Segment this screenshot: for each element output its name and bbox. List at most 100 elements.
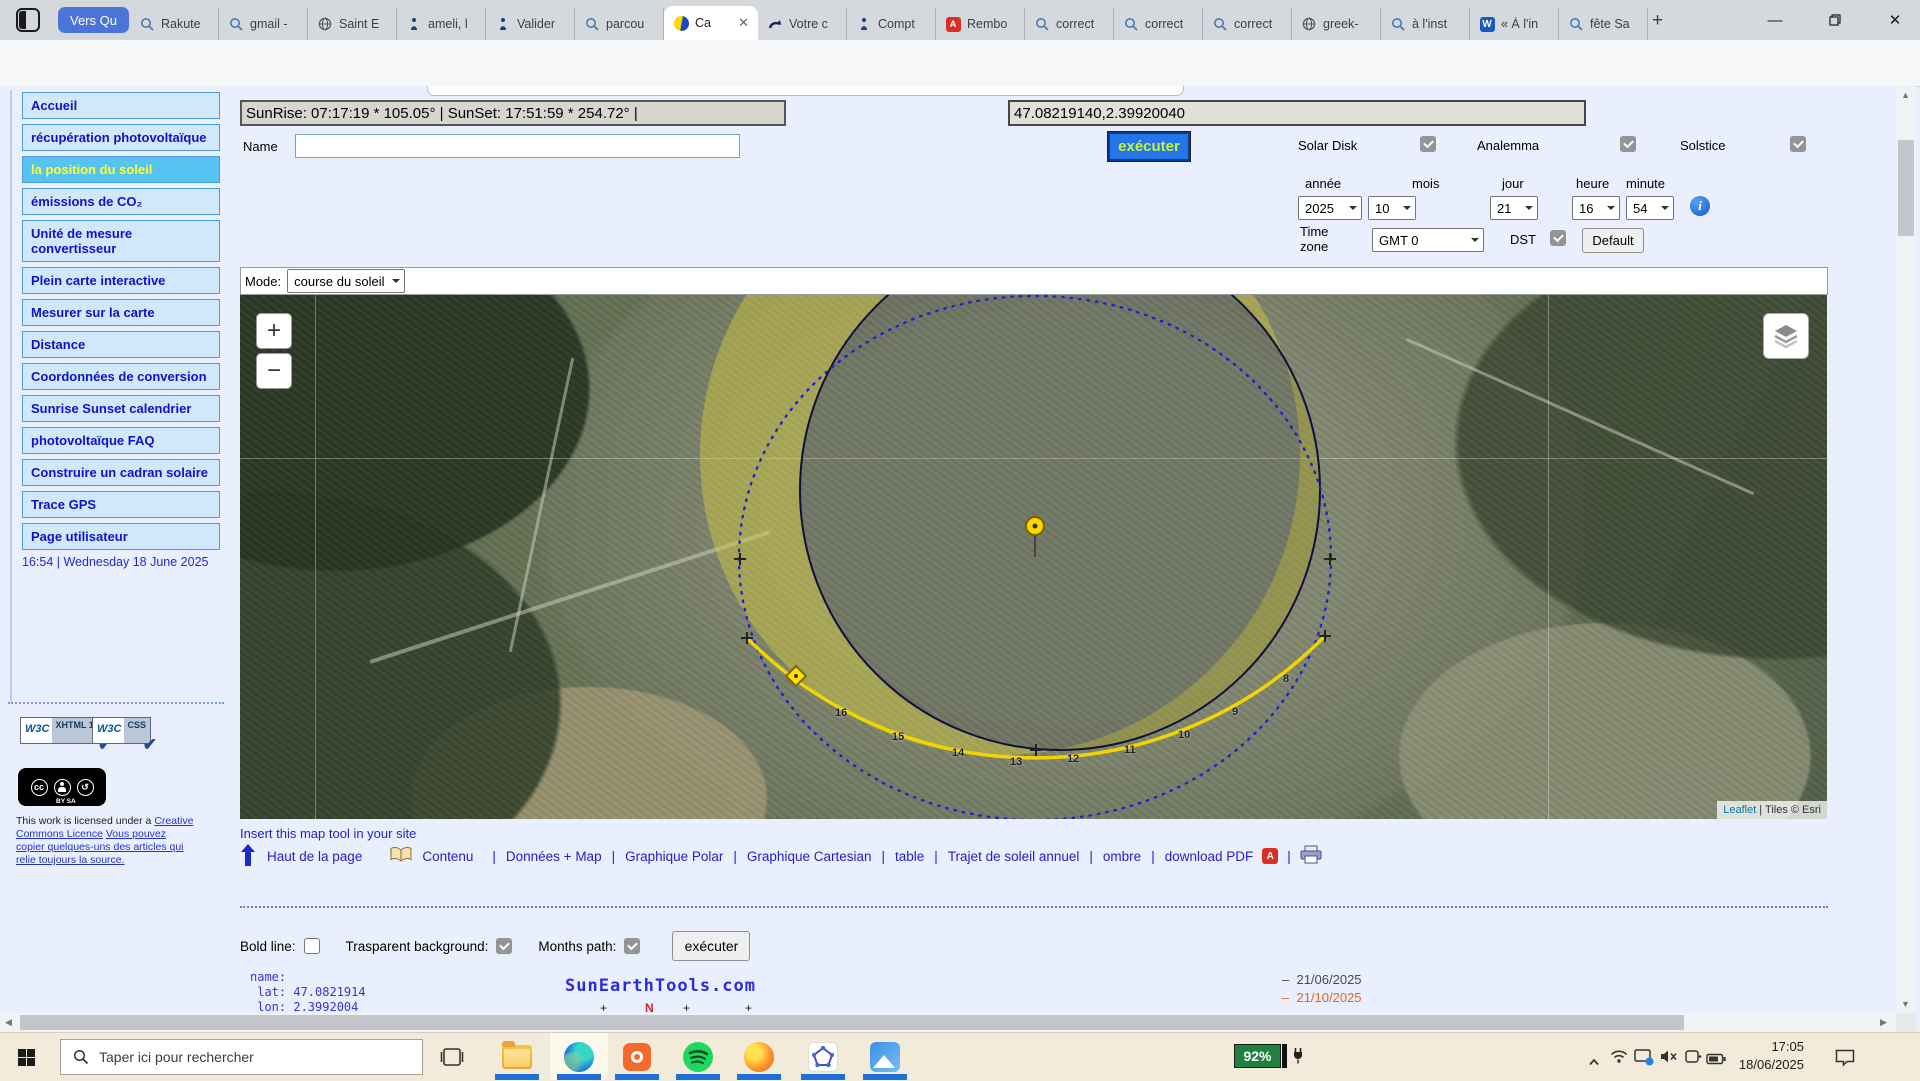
tab-correct-2[interactable]: correct: [1114, 8, 1203, 40]
start-button[interactable]: [18, 1049, 35, 1066]
sidebar-item-carte-interactive[interactable]: Plein carte interactive: [22, 267, 220, 294]
tab-valider[interactable]: Valider: [486, 8, 575, 40]
tab-rembo[interactable]: ARembo: [936, 8, 1025, 40]
sidebar-item-mesurer-carte[interactable]: Mesurer sur la carte: [22, 299, 220, 326]
tab-parcou[interactable]: parcou: [575, 8, 664, 40]
leaflet-link[interactable]: Leaflet: [1723, 804, 1756, 816]
tab-correct-3[interactable]: correct: [1203, 8, 1292, 40]
tab-gmail[interactable]: gmail -: [219, 8, 308, 40]
tab-correct-1[interactable]: correct: [1025, 8, 1114, 40]
scroll-right-arrow[interactable]: ▶: [1880, 1017, 1887, 1028]
link-graphique-polar[interactable]: Graphique Polar: [625, 849, 723, 864]
tab-compt[interactable]: Compt: [847, 8, 936, 40]
mode-select[interactable]: course du soleil: [287, 269, 405, 293]
link-graphique-cartesian[interactable]: Graphique Cartesian: [747, 849, 872, 864]
sidebar-item-page-utilisateur[interactable]: Page utilisateur: [22, 523, 220, 550]
solstice-checkbox[interactable]: [1790, 136, 1806, 152]
execute-button[interactable]: exécuter: [1108, 132, 1190, 161]
tab-ameli[interactable]: ameli, l: [397, 8, 486, 40]
leaflet-map[interactable]: 16 15 14 13 12 11 10 9 8 + − Leaflet | T…: [240, 295, 1827, 819]
scroll-up-arrow[interactable]: ▲: [1901, 90, 1910, 100]
volume-muted-icon[interactable]: [1660, 1049, 1677, 1069]
taskbar-edge[interactable]: [550, 1033, 608, 1080]
tab-rakute[interactable]: Rakute: [130, 8, 219, 40]
analemma-checkbox[interactable]: [1620, 136, 1636, 152]
taskbar-search-box[interactable]: Taper ici pour rechercher: [60, 1039, 423, 1075]
sidebar-item-coordonnees[interactable]: Coordonnées de conversion: [22, 363, 220, 390]
timezone-select[interactable]: GMT 0: [1372, 228, 1484, 252]
map-layers-button[interactable]: [1763, 313, 1809, 359]
map-zoom-out-button[interactable]: −: [256, 353, 292, 389]
sidebar-item-sunrise-sunset[interactable]: Sunrise Sunset calendrier: [22, 395, 220, 422]
tab-votre-c[interactable]: Votre c: [758, 8, 847, 40]
link-haut-de-page[interactable]: Haut de la page: [267, 849, 362, 864]
tray-chevron-icon[interactable]: [1588, 1053, 1600, 1071]
taskbar-app-orange[interactable]: [608, 1033, 666, 1080]
link-download-pdf[interactable]: download PDF: [1165, 849, 1254, 864]
taskbar-file-explorer[interactable]: [488, 1033, 546, 1080]
close-window-button[interactable]: ✕: [1872, 0, 1918, 40]
map-zoom-in-button[interactable]: +: [256, 313, 292, 349]
taskbar-clock[interactable]: 17:05 18/06/2025: [1712, 1038, 1804, 1074]
day-select[interactable]: 21: [1490, 196, 1538, 220]
taskbar-photos[interactable]: [856, 1033, 914, 1080]
vertical-scrollbar[interactable]: ▲ ▼: [1896, 86, 1916, 1013]
transparent-bg-checkbox[interactable]: [496, 938, 512, 954]
printer-icon[interactable]: [1300, 845, 1322, 867]
taskbar-firefox[interactable]: [730, 1033, 788, 1080]
link-ombre[interactable]: ombre: [1103, 849, 1141, 864]
link-contenu[interactable]: Contenu: [422, 849, 473, 864]
name-input[interactable]: [295, 134, 740, 158]
hour-select[interactable]: 16: [1572, 196, 1620, 220]
sidebar-item-recuperation-pv[interactable]: récupération photovoltaïque: [22, 124, 220, 151]
dst-checkbox[interactable]: [1550, 230, 1566, 246]
close-tab-icon[interactable]: ✕: [738, 15, 749, 31]
display-sync-icon[interactable]: [1634, 1049, 1654, 1071]
horizontal-scroll-thumb[interactable]: [20, 1015, 1684, 1030]
tab-saint-e[interactable]: Saint E: [308, 8, 397, 40]
battery-percentage-badge[interactable]: 92%: [1234, 1044, 1281, 1068]
link-trajet-soleil-annuel[interactable]: Trajet de soleil annuel: [948, 849, 1080, 864]
tab-a-linst[interactable]: à l'inst: [1381, 8, 1470, 40]
link-donnees-map[interactable]: Données + Map: [506, 849, 602, 864]
workspaces-icon[interactable]: [16, 8, 40, 32]
link-table[interactable]: table: [895, 849, 924, 864]
sidebar-item-pv-faq[interactable]: photovoltaïque FAQ: [22, 427, 220, 454]
notification-center-icon[interactable]: [1834, 1048, 1856, 1072]
scroll-down-arrow[interactable]: ▼: [1901, 999, 1910, 1009]
solar-disk-checkbox[interactable]: [1420, 136, 1436, 152]
tab-active-sunearthtools[interactable]: Ca✕: [664, 6, 758, 40]
new-tab-button[interactable]: +: [1652, 10, 1663, 32]
task-view-icon[interactable]: [440, 1045, 464, 1069]
tab-fete-sa[interactable]: fête Sa: [1559, 8, 1648, 40]
scroll-left-arrow[interactable]: ◀: [5, 1017, 12, 1028]
taskbar-spotify[interactable]: [669, 1033, 727, 1080]
phone-link-icon[interactable]: [1684, 1049, 1702, 1070]
horizontal-scrollbar[interactable]: ◀ ▶: [0, 1013, 1896, 1032]
sidebar-item-emissions-co2[interactable]: émissions de CO₂: [22, 188, 220, 215]
info-icon[interactable]: i: [1690, 196, 1710, 216]
sidebar-item-trace-gps[interactable]: Trace GPS: [22, 491, 220, 518]
wifi-icon[interactable]: [1610, 1049, 1628, 1069]
sidebar-item-cadran-solaire[interactable]: Construire un cadran solaire: [22, 459, 220, 486]
coordinates-input[interactable]: 47.08219140,2.39920040: [1008, 100, 1586, 126]
months-path-checkbox[interactable]: [624, 938, 640, 954]
sidebar-item-distance[interactable]: Distance: [22, 331, 220, 358]
year-select[interactable]: 2025: [1298, 196, 1362, 220]
execute-chart-button[interactable]: exécuter: [672, 931, 750, 961]
sidebar-item-unite-mesure[interactable]: Unité de mesure convertisseur: [22, 220, 220, 262]
default-button[interactable]: Default: [1582, 228, 1644, 253]
minimize-button[interactable]: —: [1752, 0, 1798, 40]
month-select[interactable]: 10: [1368, 196, 1416, 220]
tab-a-lin-word[interactable]: W« À l'in: [1470, 8, 1559, 40]
vertical-scroll-thumb[interactable]: [1898, 140, 1914, 236]
restore-button[interactable]: [1812, 0, 1858, 40]
tab-greek[interactable]: greek-: [1292, 8, 1381, 40]
minute-select[interactable]: 54: [1626, 196, 1674, 220]
tab-group-vers-qu[interactable]: Vers Qu: [58, 7, 129, 33]
bold-line-checkbox[interactable]: [304, 938, 320, 954]
taskbar-geogebra[interactable]: [794, 1033, 852, 1080]
w3c-css-badge[interactable]: W3C CSS✔: [92, 717, 151, 744]
sidebar-item-position-soleil[interactable]: la position du soleil: [22, 156, 220, 183]
sidebar-item-accueil[interactable]: Accueil: [22, 92, 220, 119]
